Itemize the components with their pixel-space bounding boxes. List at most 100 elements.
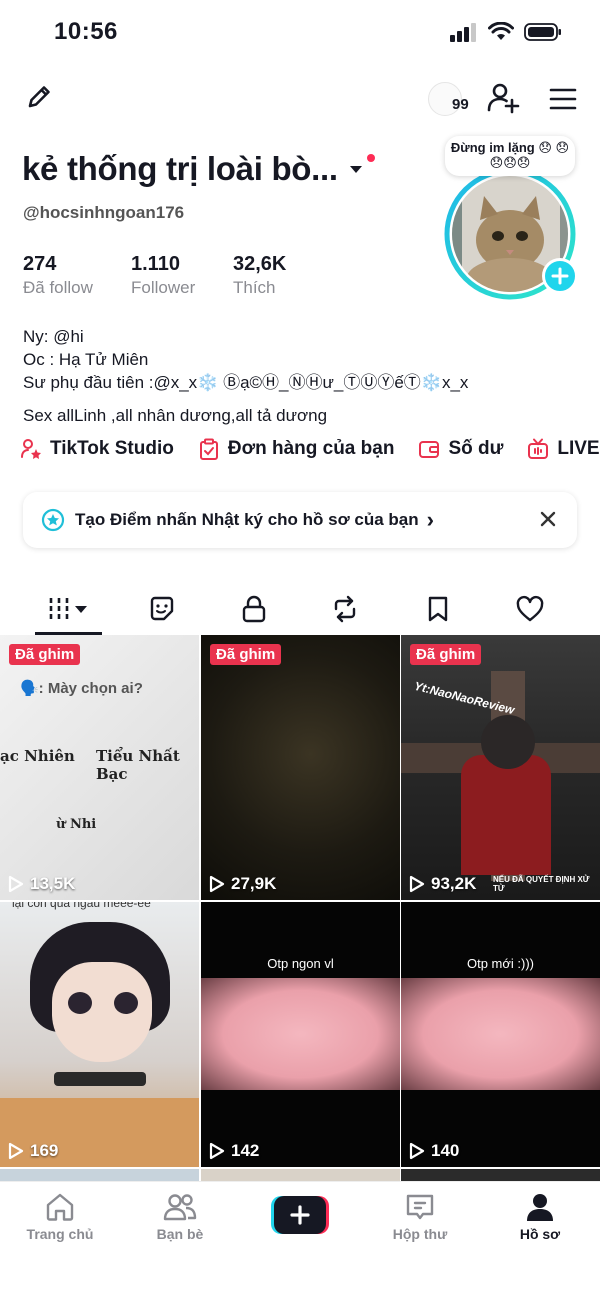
- video-overlay-text: ừ Nhi: [56, 817, 97, 832]
- battery-icon: [524, 23, 561, 41]
- live-link[interactable]: LIVE: [527, 438, 600, 460]
- create-button[interactable]: [271, 1196, 329, 1234]
- account-switcher[interactable]: kẻ thống trị loài bò...: [22, 150, 375, 188]
- promo-text: Tạo Điểm nhấn Nhật ký cho hồ sơ của bạn: [75, 510, 419, 529]
- video-thumbnail[interactable]: Yt:NaoNaoReview NẾU ĐÃ QUYẾT ĐỊNH XỬ TỬ …: [401, 635, 600, 900]
- video-thumbnail[interactable]: Otp mới :))) 140: [401, 902, 600, 1167]
- signal-icon: [450, 23, 476, 42]
- video-overlay-text: ạc Nhiên: [0, 747, 75, 765]
- view-count: 13,5K: [8, 874, 75, 894]
- character-face: [52, 962, 152, 1062]
- tab-liked[interactable]: [512, 583, 548, 635]
- view-count-value: 169: [30, 1141, 59, 1160]
- video-thumbnail[interactable]: Otp ngon vl 142: [201, 902, 400, 1167]
- add-story-button[interactable]: [542, 258, 578, 294]
- play-icon: [209, 1142, 225, 1160]
- profile-stats: 274 Đã follow 1.110 Follower 32,6K Thích: [23, 253, 341, 298]
- stat-value: 32,6K: [233, 253, 287, 275]
- figure-head: [481, 715, 535, 769]
- video-thumbnail[interactable]: lại còn quá ngầu meee-ee 169: [0, 902, 199, 1167]
- lock-icon: [242, 595, 266, 623]
- character-eye: [68, 992, 92, 1014]
- status-time: 10:56: [54, 18, 118, 45]
- status-bar: 10:56: [0, 0, 600, 68]
- quick-links: TikTok Studio Đơn hàng của bạn Số dư LIV…: [20, 438, 600, 460]
- edit-profile-button[interactable]: [22, 80, 56, 114]
- wifi-icon: [488, 22, 514, 40]
- stat-value: 274: [23, 253, 57, 275]
- view-count: 27,9K: [209, 874, 276, 894]
- add-friend-button[interactable]: [485, 80, 521, 116]
- stat-likes[interactable]: 32,6K Thích: [233, 253, 341, 298]
- video-thumbnail[interactable]: [201, 1169, 400, 1181]
- plus-icon: [551, 267, 569, 285]
- status-bubble[interactable]: Đừng im lặng 😞 😞😞😞😞: [445, 136, 575, 176]
- video-caption: 🗣️: Mày chọn ai?: [20, 680, 143, 697]
- notification-count: 99: [452, 96, 469, 113]
- quick-link-label: TikTok Studio: [50, 438, 174, 459]
- nav-home[interactable]: Trang chủ: [5, 1192, 115, 1242]
- tiktok-studio-link[interactable]: TikTok Studio: [20, 438, 174, 460]
- tab-reposts[interactable]: [327, 583, 363, 635]
- diary-promo-banner[interactable]: Tạo Điểm nhấn Nhật ký cho hồ sơ của bạn …: [23, 492, 577, 548]
- tab-stickers[interactable]: [144, 583, 180, 635]
- order-icon: [199, 438, 218, 460]
- bio-line: Sư phụ đầu tiên :@x_x❄️ Ⓑạ©Ⓗ_ⓃⒽư_ⓉⓊⓎếⓉ❄️…: [23, 373, 469, 392]
- profile-bio: Ny: @hi Oc : Hạ Tử Miên Sư phụ đầu tiên …: [23, 325, 468, 427]
- video-grid: 🗣️: Mày chọn ai? ạc Nhiên Tiểu Nhất Bạc …: [0, 635, 600, 1181]
- friends-icon: [163, 1194, 197, 1221]
- video-frame: [401, 978, 600, 1090]
- studio-icon: [21, 439, 41, 459]
- nav-friends[interactable]: Bạn bè: [125, 1192, 235, 1242]
- stat-value: 1.110: [131, 253, 180, 275]
- inbox-icon: [406, 1194, 434, 1220]
- hamburger-icon: [549, 88, 577, 110]
- bio-line: Sex allLinh ,all nhân dương,all tả dương: [23, 406, 328, 425]
- orders-link[interactable]: Đơn hàng của bạn: [198, 438, 395, 460]
- notification-dot: [366, 154, 375, 162]
- stat-following[interactable]: 274 Đã follow: [23, 253, 131, 298]
- close-promo-button[interactable]: [537, 508, 559, 535]
- bio-line: Ny: @hi: [23, 327, 84, 346]
- view-count-value: 27,9K: [231, 874, 277, 893]
- video-caption: lại còn quá ngầu meee-ee: [12, 902, 151, 910]
- quick-link-label: LIVE: [557, 438, 600, 459]
- quick-link-label: Đơn hàng của bạn: [227, 438, 395, 459]
- play-icon: [8, 1142, 24, 1160]
- profile-avatar[interactable]: [432, 168, 588, 300]
- tab-private[interactable]: [236, 583, 272, 635]
- video-thumbnail[interactable]: [0, 1169, 199, 1181]
- character-collar: [54, 1072, 146, 1086]
- figure-robe: [461, 755, 551, 875]
- nav-label: Bạn bè: [156, 1226, 204, 1242]
- video-thumbnail[interactable]: Đã ghim 27,9K: [201, 635, 400, 900]
- create-button-face: [274, 1196, 326, 1234]
- view-count-value: 93,2K: [431, 874, 477, 893]
- balance-link[interactable]: Số dư: [418, 438, 503, 460]
- star-badge-icon: [41, 508, 65, 532]
- nav-label: Trang chủ: [26, 1226, 94, 1242]
- video-thumbnail[interactable]: [401, 1169, 600, 1181]
- video-thumbnail[interactable]: 🗣️: Mày chọn ai? ạc Nhiên Tiểu Nhất Bạc …: [0, 635, 199, 900]
- view-count-value: 140: [431, 1141, 460, 1160]
- menu-button[interactable]: [546, 82, 580, 116]
- bookmark-icon: [428, 596, 448, 622]
- video-frame: [201, 978, 400, 1090]
- bottom-nav: Trang chủ Bạn bè Hộp thư Hồ sơ: [0, 1181, 600, 1299]
- stat-followers[interactable]: 1.110 Follower: [131, 253, 233, 298]
- create-icon: [290, 1205, 310, 1225]
- view-count-value: 13,5K: [30, 874, 76, 893]
- play-icon: [409, 875, 425, 893]
- nav-profile[interactable]: Hồ sơ: [485, 1192, 595, 1242]
- display-name: kẻ thống trị loài bò...: [22, 150, 338, 187]
- nav-inbox[interactable]: Hộp thư: [365, 1192, 475, 1242]
- tab-videos[interactable]: [0, 583, 138, 635]
- grid-icon: [49, 598, 87, 620]
- notification-avatar-button[interactable]: 99: [426, 82, 474, 122]
- sticker-icon: [150, 596, 174, 621]
- nav-label: Hộp thư: [392, 1226, 448, 1242]
- character-eye: [114, 992, 138, 1014]
- pinned-badge: Đã ghim: [410, 644, 482, 665]
- repost-icon: [334, 595, 356, 623]
- tab-saved[interactable]: [420, 583, 456, 635]
